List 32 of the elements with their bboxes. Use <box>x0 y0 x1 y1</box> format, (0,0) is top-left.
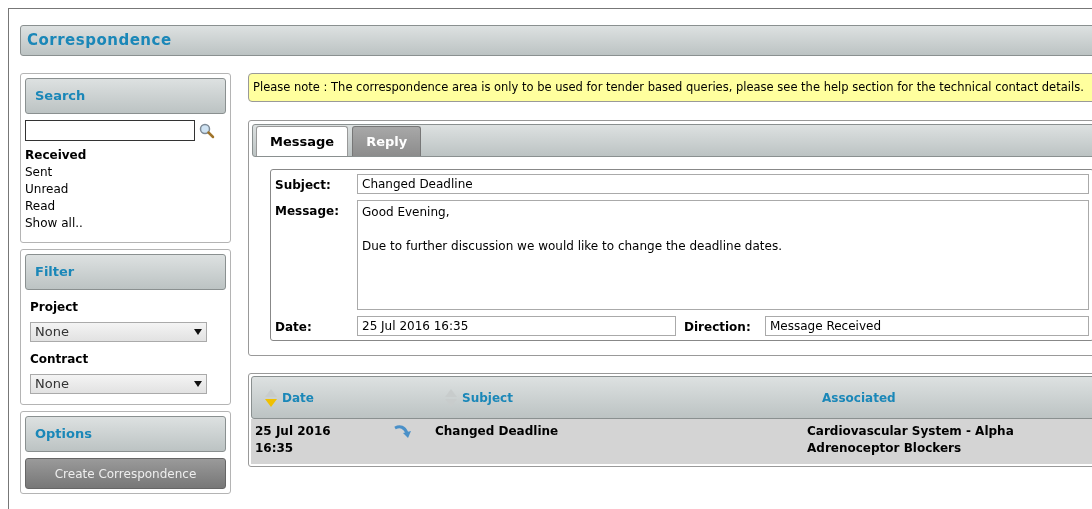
field-label: Message: <box>275 203 340 220</box>
dropdown[interactable]: None <box>30 374 207 394</box>
field-label: Date: <box>275 319 313 336</box>
folder-link[interactable]: Read <box>25 198 226 215</box>
message-paragraph: Due to further discussion we would like to change the deadline dates. <box>362 238 783 255</box>
caret-icon <box>194 329 202 335</box>
search-field[interactable] <box>25 120 195 141</box>
tab[interactable]: Message <box>256 126 349 156</box>
field-label: Subject: <box>275 177 332 194</box>
search-icon[interactable] <box>199 122 215 139</box>
message-paragraph: Good Evening, <box>362 204 451 221</box>
dropdown[interactable]: None <box>30 322 207 342</box>
caret-icon <box>194 381 202 387</box>
associated-cell-text: Cardiovascular System - Alpha Adrenoceptor Blockers <box>807 423 1015 457</box>
folder-link[interactable]: Sent <box>25 164 226 181</box>
field-label: Contract <box>30 351 90 368</box>
page-title: Correspondence <box>20 25 1092 56</box>
section-header: Options <box>25 416 226 452</box>
date-cell-text: 25 Jul 2016 16:35 <box>255 423 332 457</box>
subject-field: Changed Deadline <box>357 174 1089 194</box>
field-label: Project <box>30 299 80 316</box>
section-header: Filter <box>25 254 226 290</box>
folder-link[interactable]: Show all.. <box>25 215 226 232</box>
subject-cell-text: Changed Deadline <box>435 423 560 440</box>
date-field: 25 Jul 2016 16:35 <box>357 316 676 336</box>
field-label: Direction: <box>684 319 752 336</box>
notice-banner: Please note : The correspondence area is only to be used for tender based queries, please see the help section for the technical contact details. <box>248 73 1092 102</box>
folder-link[interactable]: Unread <box>25 181 226 198</box>
table-row[interactable]: 25 Jul 2016 16:35 Changed Deadline Cardiovascular System - Alpha Adrenoceptor Blockers <box>251 419 1092 464</box>
folder-link[interactable]: Received <box>25 147 226 164</box>
direction-field: Message Received <box>765 316 1089 336</box>
section-header: Search <box>25 78 226 114</box>
